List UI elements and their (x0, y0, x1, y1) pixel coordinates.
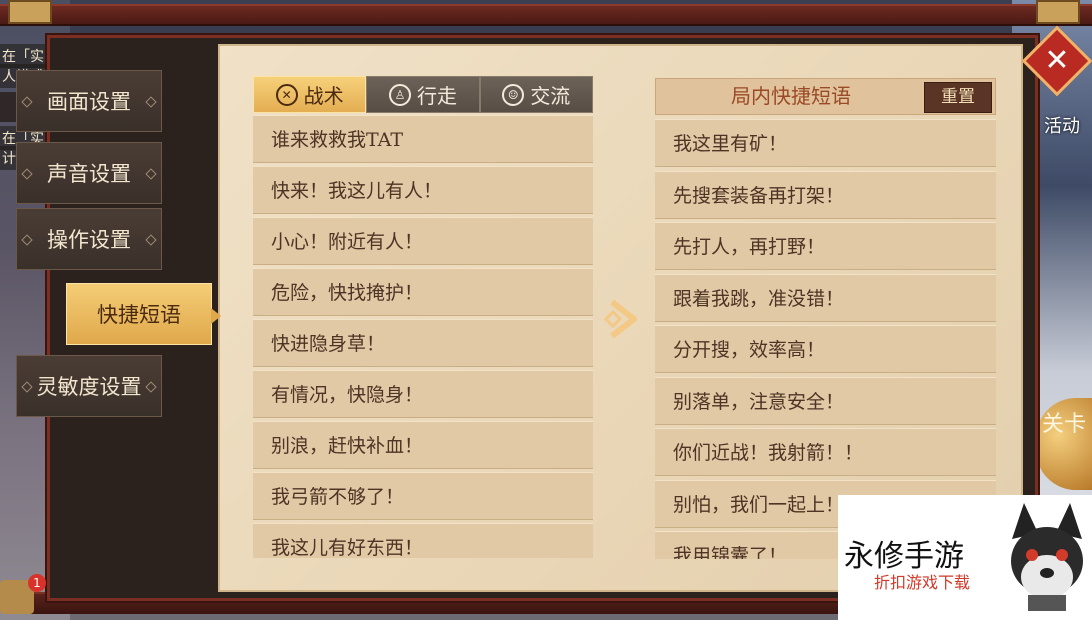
sidebar-item-label: 画面设置 (47, 90, 131, 114)
walking-person-icon: ♙ (388, 83, 411, 106)
quick-phrase-item[interactable]: 别落单，注意安全！ (655, 376, 996, 425)
sidebar-item-label: 快捷短语 (97, 303, 181, 327)
tab-communication[interactable]: ☺ 交流 (479, 76, 593, 113)
frame-cap-right (1036, 0, 1080, 24)
crossed-swords-icon: ✕ (275, 83, 298, 106)
tab-label: 交流 (530, 84, 571, 108)
quick-phrase-item[interactable]: 先打人，再打野！ (655, 222, 996, 270)
sidebar-item-controls[interactable]: 操作设置 (16, 208, 162, 270)
sidebar-item-sound[interactable]: 声音设置 (16, 142, 162, 204)
watermark: 永修手游 折扣游戏下载 (838, 495, 1092, 620)
phrase-item[interactable]: 有情况，快隐身！ (253, 370, 593, 418)
active-pointer-icon (211, 308, 221, 324)
phrase-item[interactable]: 快进隐身草！ (253, 319, 593, 367)
watermark-subtitle: 折扣游戏下载 (874, 573, 971, 592)
quick-phrase-list[interactable]: 我这里有矿！ 先搜套装备再打架！ 先打人，再打野！ 跟着我跳，准没错！ 分开搜，… (655, 119, 996, 559)
transfer-arrow-icon[interactable] (602, 296, 644, 342)
quick-phrase-item[interactable]: 先搜套装备再打架！ (655, 170, 996, 219)
sidebar-item-sensitivity[interactable]: 灵敏度设置 (16, 355, 162, 417)
phrase-item[interactable]: 我弓箭不够了！ (253, 472, 593, 520)
activity-label[interactable]: 活动 (1044, 112, 1080, 138)
close-icon[interactable]: ✕ (1032, 36, 1082, 86)
sidebar-item-label: 声音设置 (47, 162, 131, 186)
phrase-category-tabs: ✕ 战术 ♙ 行走 ☺ 交流 (253, 76, 593, 113)
sidebar-item-label: 操作设置 (47, 228, 131, 252)
diamond-ornament-icon (21, 96, 33, 108)
quick-phrase-item[interactable]: 你们近战！我射箭！！ (655, 428, 996, 476)
diamond-ornament-icon (145, 168, 157, 180)
mascot-icon (1011, 503, 1083, 611)
people-icon: ☺ (502, 83, 525, 106)
quick-phrase-header: 局内快捷短语 重置 (655, 78, 996, 115)
diamond-ornament-icon (21, 381, 33, 393)
diamond-ornament-icon (21, 234, 33, 246)
sidebar-item-display[interactable]: 画面设置 (16, 70, 162, 132)
tab-label: 战术 (303, 84, 344, 108)
quick-phrase-title: 局内快捷短语 (731, 84, 851, 108)
phrase-item[interactable]: 危险，快找掩护！ (253, 268, 593, 316)
diamond-ornament-icon (145, 96, 157, 108)
diamond-ornament-icon (145, 381, 157, 393)
phrase-item[interactable]: 谁来救救我TAT (253, 115, 593, 163)
quick-phrase-item[interactable]: 我这里有矿！ (655, 119, 996, 167)
phrase-item[interactable]: 别浪，赶快补血！ (253, 421, 593, 469)
tab-movement[interactable]: ♙ 行走 (366, 76, 480, 113)
tab-tactics[interactable]: ✕ 战术 (253, 76, 367, 113)
phrase-item[interactable]: 小心！附近有人！ (253, 217, 593, 265)
phrase-item[interactable]: 我这儿有好东西！ (253, 523, 593, 558)
diamond-ornament-icon (21, 168, 33, 180)
frame-cap-left (8, 0, 52, 24)
sidebar-item-quick-phrases[interactable]: 快捷短语 (66, 283, 221, 345)
reset-button[interactable]: 重置 (924, 82, 992, 113)
tab-label: 行走 (416, 84, 457, 108)
quick-phrase-item[interactable]: 分开搜，效率高！ (655, 325, 996, 373)
notification-badge: 1 (28, 574, 46, 592)
top-frame-bar (0, 4, 1092, 26)
phrase-item[interactable]: 快来！我这儿有人！ (253, 166, 593, 214)
diamond-ornament-icon (145, 234, 157, 246)
sidebar-item-label: 灵敏度设置 (36, 375, 142, 399)
quick-phrase-item[interactable]: 跟着我跳，准没错！ (655, 273, 996, 322)
phrase-list[interactable]: 谁来救救我TAT 快来！我这儿有人！ 小心！附近有人！ 危险，快找掩护！ 快进隐… (253, 115, 593, 558)
